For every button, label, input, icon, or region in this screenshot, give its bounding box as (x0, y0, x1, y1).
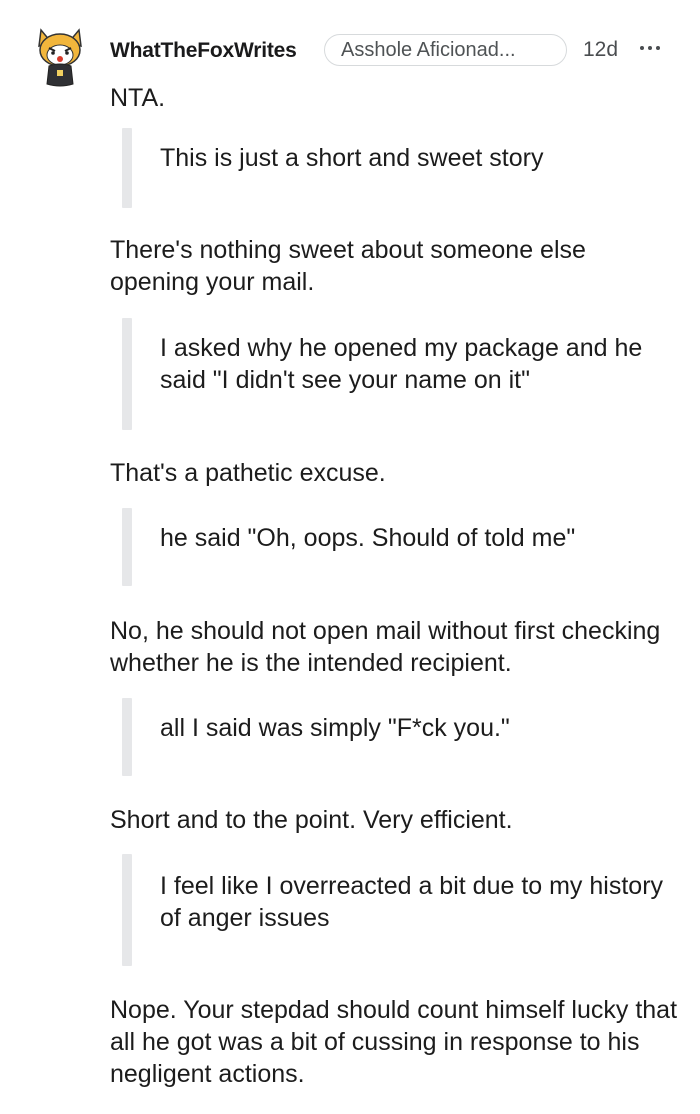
quote-text: I feel like I overreacted a bit due to m… (160, 872, 664, 932)
blockquote: This is just a short and sweet story (122, 128, 672, 208)
quote-bar (122, 854, 132, 966)
blockquote: all I said was simply "F*ck you." (122, 698, 672, 776)
author-username[interactable]: WhatTheFoxWrites (110, 39, 297, 63)
comment-paragraph: NTA. (110, 84, 166, 112)
comment-paragraph: No, he should not open mail without firs… (110, 617, 661, 677)
comment-paragraph: There's nothing sweet about someone else… (110, 236, 586, 296)
comment-paragraph: Nope. Your stepdad should count himself … (110, 996, 678, 1088)
user-flair: Asshole Aficionad... (324, 34, 567, 66)
fox-avatar-icon[interactable] (33, 26, 91, 90)
quote-text: I asked why he opened my package and he … (160, 334, 643, 394)
quote-text: he said "Oh, oops. Should of told me" (160, 524, 576, 552)
quote-bar (122, 128, 132, 208)
quote-text: This is just a short and sweet story (160, 144, 544, 172)
quote-bar (122, 698, 132, 776)
ellipsis-icon[interactable] (640, 38, 670, 58)
comment: WhatTheFoxWrites Asshole Aficionad... 12… (0, 0, 700, 1114)
blockquote: I feel like I overreacted a bit due to m… (122, 854, 672, 966)
comment-paragraph: Short and to the point. Very efficient. (110, 806, 513, 834)
comment-header: WhatTheFoxWrites Asshole Aficionad... 12… (0, 18, 700, 87)
quote-bar (122, 508, 132, 586)
quote-text: all I said was simply "F*ck you." (160, 714, 510, 742)
blockquote: he said "Oh, oops. Should of told me" (122, 508, 672, 586)
blockquote: I asked why he opened my package and he … (122, 318, 672, 430)
comment-paragraph: That's a pathetic excuse. (110, 459, 386, 487)
quote-bar (122, 318, 132, 430)
comment-age: 12d (583, 38, 619, 61)
